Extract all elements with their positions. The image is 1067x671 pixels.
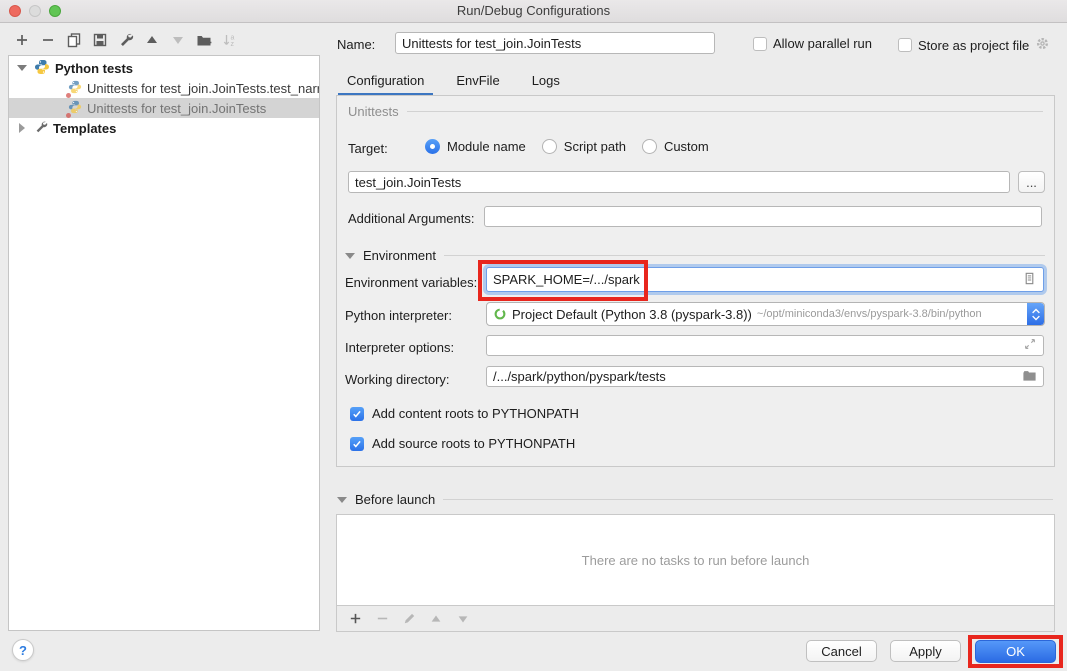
cancel-button[interactable]: Cancel — [806, 640, 877, 662]
expand-field-icon[interactable] — [1023, 337, 1037, 354]
python-tests-icon — [34, 59, 50, 78]
allow-parallel-run-checkbox[interactable] — [753, 37, 767, 51]
working-directory-label: Working directory: — [345, 372, 450, 387]
working-directory-field[interactable]: /.../spark/python/pyspark/tests — [486, 366, 1044, 387]
move-up-icon[interactable] — [144, 32, 160, 48]
name-input[interactable] — [395, 32, 715, 54]
ok-button[interactable]: OK — [975, 640, 1056, 663]
add-content-roots-option[interactable]: Add content roots to PYTHONPATH — [350, 406, 579, 421]
environment-section-header[interactable]: Environment — [345, 248, 1045, 263]
python-interpreter-value: Project Default (Python 3.8 (pyspark-3.8… — [512, 307, 752, 322]
environment-section-title: Environment — [363, 248, 436, 263]
working-directory-value: /.../spark/python/pyspark/tests — [493, 369, 1022, 384]
python-test-icon — [68, 80, 82, 97]
store-as-project-file-label: Store as project file — [918, 38, 1029, 53]
before-launch-panel: There are no tasks to run before launch — [336, 514, 1055, 606]
conda-environment-icon — [493, 307, 507, 321]
new-folder-icon[interactable] — [196, 32, 212, 48]
apply-button[interactable]: Apply — [890, 640, 961, 662]
store-as-project-file-option[interactable]: Store as project file — [898, 36, 1050, 54]
move-task-up-icon — [428, 611, 444, 627]
edit-task-pencil-icon — [401, 611, 417, 627]
collapse-arrow-icon[interactable] — [16, 62, 28, 74]
remove-icon[interactable] — [40, 32, 56, 48]
configurations-toolbar — [14, 32, 238, 48]
tab-envfile[interactable]: EnvFile — [447, 68, 508, 96]
before-launch-toolbar — [336, 606, 1055, 632]
environment-variables-field[interactable]: SPARK_HOME=/.../spark — [486, 267, 1044, 292]
additional-arguments-input[interactable] — [484, 206, 1042, 227]
allow-parallel-run-option[interactable]: Allow parallel run — [753, 36, 872, 51]
module-name-radio[interactable] — [425, 139, 440, 154]
titlebar: Run/Debug Configurations — [0, 0, 1067, 23]
script-path-radio-label[interactable]: Script path — [564, 139, 626, 154]
allow-parallel-run-label: Allow parallel run — [773, 36, 872, 51]
zoom-button[interactable] — [49, 5, 61, 17]
dropdown-stepper-icon[interactable] — [1027, 303, 1044, 325]
collapse-arrow-icon[interactable] — [337, 497, 347, 503]
move-down-icon — [170, 32, 186, 48]
copy-icon[interactable] — [66, 32, 82, 48]
add-source-roots-checkbox[interactable] — [350, 437, 364, 451]
store-as-project-file-checkbox[interactable] — [898, 38, 912, 52]
minimize-button — [29, 5, 41, 17]
add-icon[interactable] — [14, 32, 30, 48]
script-path-radio[interactable] — [542, 139, 557, 154]
collapse-arrow-icon[interactable] — [345, 253, 355, 259]
additional-arguments-label: Additional Arguments: — [348, 211, 474, 226]
run-debug-configurations-dialog: Run/Debug Configurations Python tests Un… — [0, 0, 1067, 671]
gear-icon[interactable] — [1035, 36, 1050, 54]
custom-radio-label[interactable]: Custom — [664, 139, 709, 154]
python-interpreter-path: ~/opt/miniconda3/envs/pyspark-3.8/bin/py… — [757, 308, 982, 320]
module-name-radio-label[interactable]: Module name — [447, 139, 526, 154]
before-launch-empty-message: There are no tasks to run before launch — [582, 553, 810, 568]
tab-logs[interactable]: Logs — [523, 68, 569, 96]
add-task-icon[interactable] — [347, 611, 363, 627]
python-interpreter-label: Python interpreter: — [345, 308, 452, 323]
tree-item-test-narrow[interactable]: Unittests for test_join.JoinTests.test_n… — [9, 78, 319, 98]
tree-item-python-tests[interactable]: Python tests — [9, 58, 319, 78]
target-label: Target: — [348, 141, 388, 156]
close-button[interactable] — [9, 5, 21, 17]
environment-variables-value: SPARK_HOME=/.../spark — [493, 272, 1022, 287]
folder-icon[interactable] — [1022, 368, 1037, 386]
tab-configuration[interactable]: Configuration — [338, 68, 433, 96]
interpreter-options-label: Interpreter options: — [345, 340, 454, 355]
add-source-roots-label: Add source roots to PYTHONPATH — [372, 436, 575, 451]
save-icon[interactable] — [92, 32, 108, 48]
environment-variables-label: Environment variables: — [345, 275, 477, 290]
add-content-roots-label: Add content roots to PYTHONPATH — [372, 406, 579, 421]
before-launch-title: Before launch — [355, 492, 435, 507]
name-label: Name: — [337, 37, 375, 52]
edit-variables-list-icon[interactable] — [1022, 271, 1037, 289]
traffic-lights — [9, 5, 61, 17]
edit-templates-wrench-icon[interactable] — [118, 32, 134, 48]
before-launch-header[interactable]: Before launch — [337, 492, 1053, 507]
add-content-roots-checkbox[interactable] — [350, 407, 364, 421]
sort-alphabetically-icon — [222, 32, 238, 48]
python-interpreter-dropdown[interactable]: Project Default (Python 3.8 (pyspark-3.8… — [486, 302, 1045, 326]
browse-module-button[interactable]: ... — [1018, 171, 1045, 193]
wrench-icon — [34, 120, 48, 137]
target-radio-group: Module name Script path Custom — [425, 139, 709, 154]
module-name-input[interactable] — [348, 171, 1010, 193]
tree-item-jointests-selected[interactable]: Unittests for test_join.JoinTests — [9, 98, 319, 118]
unittests-group-header: Unittests — [348, 104, 1043, 119]
unittests-group-title: Unittests — [348, 104, 399, 119]
add-source-roots-option[interactable]: Add source roots to PYTHONPATH — [350, 436, 575, 451]
interpreter-options-field[interactable] — [486, 335, 1044, 356]
remove-task-icon — [374, 611, 390, 627]
python-test-icon — [68, 100, 82, 117]
window-title: Run/Debug Configurations — [0, 0, 1067, 22]
custom-radio[interactable] — [642, 139, 657, 154]
tree-item-templates[interactable]: Templates — [9, 118, 319, 138]
configurations-tree: Python tests Unittests for test_join.Joi… — [8, 55, 320, 631]
tab-bar: Configuration EnvFile Logs — [338, 68, 569, 96]
move-task-down-icon — [455, 611, 471, 627]
expand-arrow-icon[interactable] — [16, 122, 28, 134]
help-button[interactable]: ? — [12, 639, 34, 661]
